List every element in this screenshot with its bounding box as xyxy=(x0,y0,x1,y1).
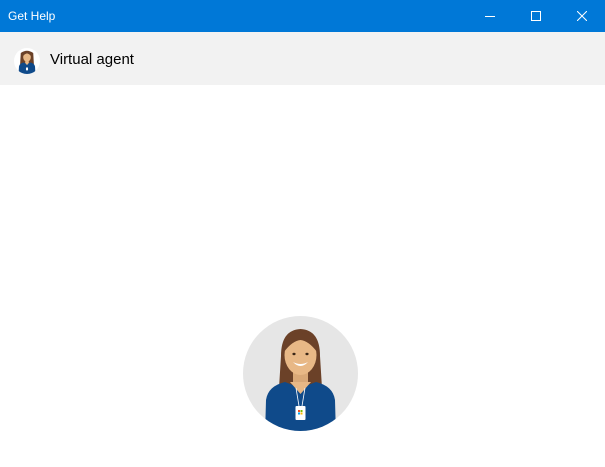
title-bar[interactable]: Get Help xyxy=(0,0,605,32)
chat-content-area xyxy=(0,85,605,467)
minimize-button[interactable] xyxy=(467,0,513,32)
header-title: Virtual agent xyxy=(50,51,134,68)
maximize-icon xyxy=(531,11,541,21)
get-help-window: Get Help Virtual agent xyxy=(0,0,605,467)
close-button[interactable] xyxy=(559,0,605,32)
window-title: Get Help xyxy=(8,9,56,23)
close-icon xyxy=(577,11,587,21)
virtual-agent-avatar-icon xyxy=(243,316,358,431)
maximize-button[interactable] xyxy=(513,0,559,32)
virtual-agent-avatar-icon xyxy=(14,48,40,74)
minimize-icon xyxy=(485,16,495,17)
chat-header: Virtual agent xyxy=(0,32,605,85)
